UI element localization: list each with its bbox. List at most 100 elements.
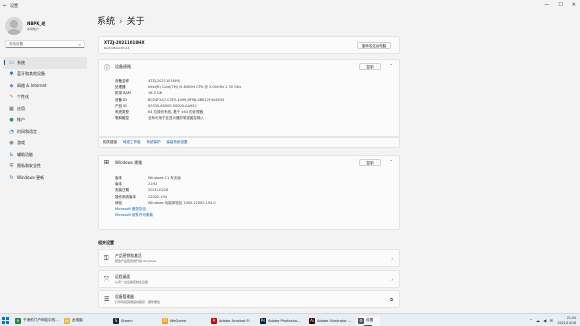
system-protection-link[interactable]: 系统保护: [147, 140, 161, 145]
taskbar-app-label: WeGame: [170, 318, 187, 323]
sidebar-item[interactable]: ◔ 时间和语言: [3, 126, 87, 138]
domain-workgroup-link[interactable]: 域或工作组: [123, 140, 141, 145]
nav-icon: ↻: [9, 174, 14, 181]
breadcrumb: 系统 › 关于: [97, 14, 145, 27]
windows-specs-title: Windows 规格: [115, 160, 143, 165]
taskbar-app-label: 干净的门户网站中的...: [23, 318, 59, 322]
taskbar-app[interactable]: Ai Adobe Illustrator ...: [307, 316, 353, 326]
device-specs-card: ⓘ 设备规格 复制 ⌃ 设备名称 XTZJ-20211018HX 处理器 Intel(…: [98, 59, 400, 137]
clock-date: 2021/10/18: [557, 320, 576, 325]
device-model: RedmiBookPro14: [104, 46, 130, 50]
window-title: 设置: [10, 3, 18, 8]
minimize-icon[interactable]: —: [544, 2, 549, 8]
nav-icon: ◆: [9, 82, 14, 89]
taskbar-app[interactable]: W WeGame: [160, 316, 206, 326]
nav-icon: ●: [9, 117, 14, 124]
chevron-right-icon: ›: [391, 256, 393, 261]
nav-list: ▭ 系统 ✱ 蓝牙和其他设备 ◆ 网络 & Internet ✎ 个性化 ▦ 应用 ● 帐户 ◔ 时间和语…: [3, 57, 87, 184]
spec-row: 笔和触控 没有可用于此显示器的笔或触控输入: [115, 116, 241, 122]
windows-logo-icon: ⊞: [104, 159, 110, 166]
taskbar-app[interactable]: ⚙ 设置: [356, 315, 380, 326]
nav-icon: ◔: [9, 128, 14, 135]
taskbar-app[interactable]: Ps Adobe Photosho...: [258, 316, 304, 326]
device-specs-title: 设备规格: [115, 64, 131, 69]
related-setting-item[interactable]: ⚿ 产品密钥和激活 更改产品密钥或升级 Windows ›: [98, 249, 400, 267]
nav-icon: ✱: [9, 71, 14, 78]
account-type: 本地帐户: [27, 27, 40, 31]
taskbar-app[interactable]: e 干净的门户网站中的...: [13, 316, 59, 326]
device-specs-header[interactable]: ⓘ 设备规格 复制 ⌃: [99, 60, 399, 74]
sidebar-item-label: 网络 & Internet: [17, 82, 47, 88]
sidebar-item-label: 隐私和安全性: [17, 163, 41, 169]
sidebar-item[interactable]: ✎ 个性化: [3, 92, 87, 104]
related-setting-item[interactable]: ⤧ 远程桌面 从另一台设备控制此设备 ›: [98, 269, 400, 288]
related-setting-icon: ⤧: [104, 275, 109, 283]
close-icon[interactable]: ✕: [572, 2, 576, 8]
related-setting-item[interactable]: ☰ 设备管理器 打印机和其他驱动程序、硬件属性 ⧉: [98, 290, 400, 308]
search-input[interactable]: 查找设置 ⌕: [5, 40, 85, 48]
sidebar-item-label: 辅助功能: [17, 151, 33, 157]
sidebar-item[interactable]: ⛨ 隐私和安全性: [3, 161, 87, 173]
chevron-up-icon[interactable]: ⌃: [390, 63, 393, 68]
taskbar-app-label: Steam: [121, 318, 133, 323]
title-bar: ← 设置 — ☐ ✕: [0, 0, 580, 12]
sidebar-item-label: 应用: [17, 105, 25, 111]
rename-pc-button[interactable]: 重命名这台电脑: [357, 42, 391, 49]
sidebar-item[interactable]: ● 帐户: [3, 115, 87, 127]
sidebar-item-label: 时间和语言: [17, 128, 37, 134]
sidebar-item[interactable]: ↻ Windows 更新: [3, 172, 87, 184]
advanced-system-settings-link[interactable]: 高级系统设置: [167, 140, 188, 145]
sidebar-item[interactable]: ♿ 辅助功能: [3, 149, 87, 161]
related-setting-subtitle: 打印机和其他驱动程序、硬件属性: [115, 300, 161, 304]
sidebar-item[interactable]: ◆ 网络 & Internet: [3, 80, 87, 92]
taskbar-app-label: 此电脑: [72, 318, 83, 322]
app-icon: ⚙: [358, 317, 364, 324]
breadcrumb-separator: ›: [119, 17, 123, 27]
app-icon: S: [113, 317, 119, 324]
sidebar-item[interactable]: ◉ 游戏: [3, 138, 87, 150]
maximize-icon[interactable]: ☐: [558, 2, 562, 8]
sidebar-item-label: 个性化: [17, 94, 29, 100]
taskbar-app[interactable]: S Steam: [111, 316, 157, 326]
copy-windows-specs-button[interactable]: 复制: [359, 159, 381, 166]
search-placeholder: 查找设置: [9, 42, 23, 46]
taskbar: e 干净的门户网站中的... ▤ 此电脑 S Steam W WeGame A Adobe Acr…: [0, 313, 580, 326]
system-tray-icons[interactable]: ⌃ ☁ ◀ ✉: [529, 318, 554, 323]
windows-specs-header[interactable]: ⊞ Windows 规格 复制 ⌃: [99, 156, 399, 170]
windows-specs-list: 版本 Windows 11 专业版 版本 21H2 安装日期 2021/10/18 操作系统…: [115, 176, 216, 219]
back-arrow-icon[interactable]: ←: [0, 3, 10, 9]
sidebar-item-label: 帐户: [17, 117, 25, 123]
clock[interactable]: 21:54 2021/10/18: [558, 316, 576, 325]
sidebar-item-label: Windows 更新: [17, 174, 45, 180]
nav-icon: ⛨: [9, 163, 14, 170]
related-setting-icon: ☰: [104, 296, 110, 303]
chevron-right-icon: ›: [391, 276, 393, 282]
nav-icon: ▦: [9, 105, 14, 112]
related-links-label: 相关链接: [103, 140, 117, 144]
chevron-up-icon[interactable]: ⌃: [390, 159, 393, 164]
related-links: 相关链接 域或工作组 系统保护 高级系统设置: [98, 137, 400, 148]
app-icon: W: [162, 317, 168, 324]
taskbar-app[interactable]: ▤ 此电脑: [62, 316, 108, 326]
breadcrumb-parent[interactable]: 系统: [97, 17, 115, 27]
start-button[interactable]: [2, 317, 9, 324]
app-icon: Ps: [260, 317, 266, 324]
sidebar-item[interactable]: ✱ 蓝牙和其他设备: [3, 69, 87, 81]
device-specs-list: 设备名称 XTZJ-20211018HX 处理器 Intel(R) Core(TM) …: [115, 79, 241, 122]
taskbar-app-label: 设置: [366, 318, 374, 322]
related-setting-subtitle: 从另一台设备控制此设备: [115, 279, 149, 284]
taskbar-app-label: Adobe Photosho...: [268, 318, 301, 323]
search-icon: ⌕: [78, 42, 81, 47]
windows-specs-card: ⊞ Windows 规格 复制 ⌃ 版本 Windows 11 专业版 版本 21H2…: [98, 155, 400, 230]
sidebar-item[interactable]: ▭ 系统: [3, 57, 87, 69]
license-terms-link[interactable]: Microsoft 软件许可条款: [115, 213, 216, 219]
spec-value: 没有可用于此显示器的笔或触控输入: [148, 116, 204, 121]
user-profile[interactable]: NBPK_老 本地帐户: [5, 17, 45, 35]
copy-device-specs-button[interactable]: 复制: [359, 63, 381, 70]
chevron-right-icon: ⧉: [390, 297, 393, 302]
sidebar-item[interactable]: ▦ 应用: [3, 103, 87, 115]
related-setting-subtitle: 更改产品密钥或升级 Windows: [115, 259, 157, 263]
page-title: 关于: [126, 17, 145, 27]
taskbar-app[interactable]: A Adobe Acrobat P...: [209, 316, 255, 326]
nav-icon: ◉: [9, 140, 14, 147]
